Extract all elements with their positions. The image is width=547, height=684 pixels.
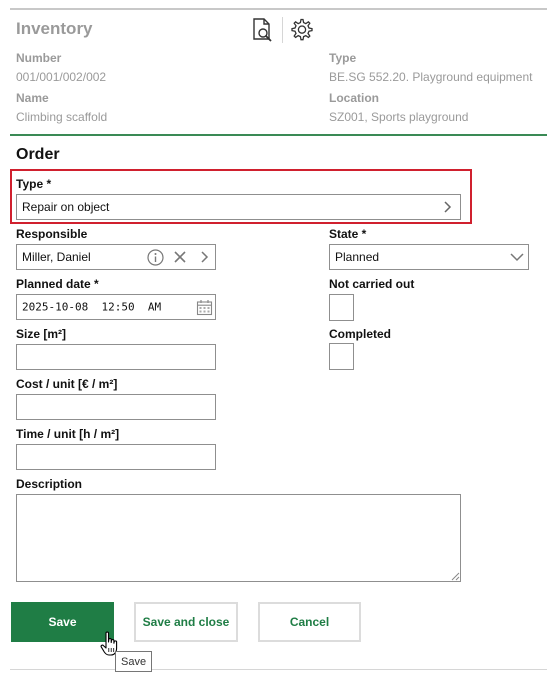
cost-unit-input[interactable]	[16, 394, 216, 420]
completed-label: Completed	[329, 327, 392, 341]
clear-icon[interactable]	[174, 251, 186, 263]
calendar-icon[interactable]	[196, 299, 213, 316]
top-divider	[10, 8, 547, 10]
save-and-close-button[interactable]: Save and close	[134, 602, 238, 642]
order-section-title: Order	[16, 146, 60, 163]
planned-date-value: 2025-10-08 12:50 AM	[22, 300, 162, 314]
not-carried-out-checkbox[interactable]	[329, 294, 354, 321]
time-unit-input[interactable]	[16, 444, 216, 470]
chevron-right-icon[interactable]	[198, 251, 210, 263]
not-carried-out-label: Not carried out	[329, 277, 415, 291]
responsible-field[interactable]: Miller, Daniel	[16, 244, 216, 270]
save-button[interactable]: Save	[11, 602, 114, 642]
number-value: 001/001/002/002	[16, 70, 107, 84]
page-title: Inventory	[16, 19, 93, 38]
gear-icon[interactable]	[288, 16, 314, 44]
time-unit-label: Time / unit [h / m²]	[16, 427, 120, 441]
state-select[interactable]: Planned	[329, 244, 529, 270]
resize-handle-icon[interactable]	[451, 572, 460, 581]
section-divider	[10, 134, 547, 136]
bottom-divider	[10, 669, 547, 670]
cancel-button[interactable]: Cancel	[258, 602, 361, 642]
type-info-value: BE.SG 552.20. Playground equipment	[329, 70, 533, 84]
location-value: SZ001, Sports playground	[329, 110, 469, 124]
type-info-label: Type	[329, 51, 357, 65]
save-tooltip: Save	[115, 651, 153, 672]
planned-date-label: Planned date *	[16, 277, 99, 291]
info-icon[interactable]	[147, 249, 164, 266]
chevron-down-icon[interactable]	[510, 252, 524, 262]
number-label: Number	[16, 51, 62, 65]
size-input[interactable]	[16, 344, 216, 370]
planned-date-field[interactable]: 2025-10-08 12:50 AM	[16, 294, 216, 320]
name-value: Climbing scaffold	[16, 110, 108, 124]
header-separator	[282, 17, 283, 43]
document-search-icon[interactable]	[249, 16, 275, 44]
description-textarea[interactable]	[16, 494, 461, 582]
type-value: Repair on object	[22, 200, 110, 214]
state-label: State *	[329, 227, 367, 241]
description-label: Description	[16, 477, 83, 491]
type-label: Type *	[16, 177, 52, 191]
location-label: Location	[329, 91, 379, 105]
state-value: Planned	[335, 250, 380, 264]
type-field[interactable]: Repair on object	[16, 194, 461, 220]
completed-checkbox[interactable]	[329, 343, 354, 370]
size-label: Size [m²]	[16, 327, 67, 341]
chevron-right-icon[interactable]	[441, 201, 453, 213]
responsible-value: Miller, Daniel	[22, 250, 91, 264]
cost-unit-label: Cost / unit [€ / m²]	[16, 377, 118, 391]
responsible-label: Responsible	[16, 227, 88, 241]
name-label: Name	[16, 91, 49, 105]
